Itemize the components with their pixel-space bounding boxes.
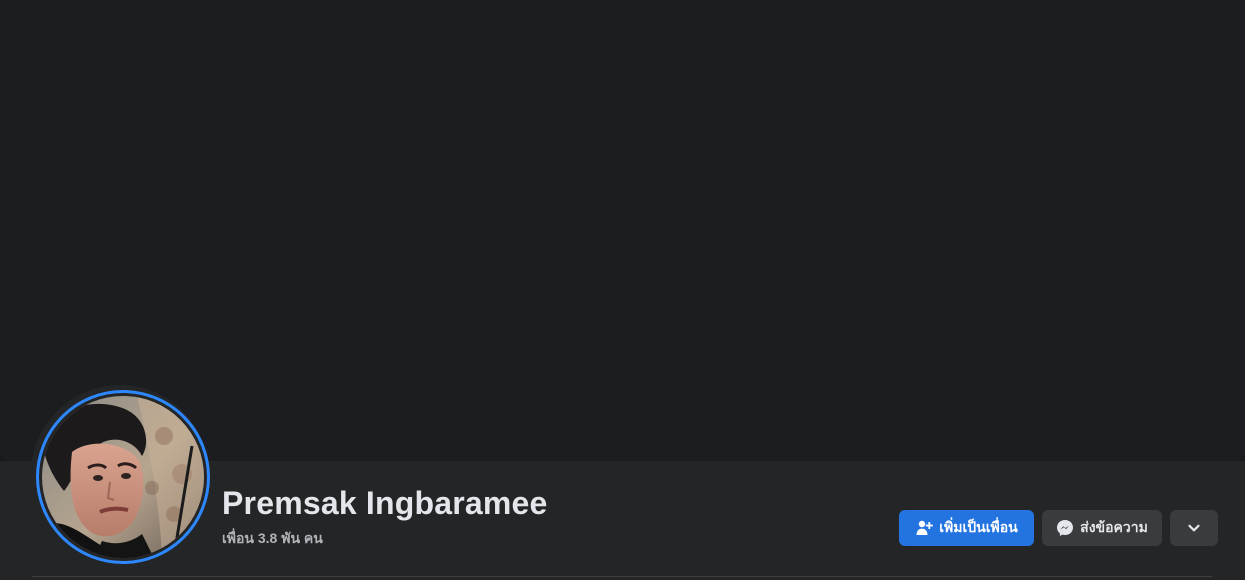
add-friend-label: เพิ่มเป็นเพื่อน xyxy=(939,519,1018,535)
cover-photo[interactable] xyxy=(0,0,1245,461)
friend-count[interactable]: เพื่อน 3.8 พัน คน xyxy=(222,528,323,550)
profile-name: Premsak Ingbaramee xyxy=(222,485,548,521)
more-options-button[interactable] xyxy=(1170,510,1218,546)
send-message-label: ส่งข้อความ xyxy=(1080,519,1148,535)
profile-avatar[interactable] xyxy=(36,390,210,564)
profile-photo xyxy=(42,396,204,558)
add-friend-button[interactable]: เพิ่มเป็นเพื่อน xyxy=(899,510,1034,546)
header-divider xyxy=(32,576,1212,577)
add-friend-icon xyxy=(915,519,934,537)
chevron-down-icon xyxy=(1185,519,1203,537)
messenger-icon xyxy=(1056,519,1074,537)
send-message-button[interactable]: ส่งข้อความ xyxy=(1042,510,1162,546)
